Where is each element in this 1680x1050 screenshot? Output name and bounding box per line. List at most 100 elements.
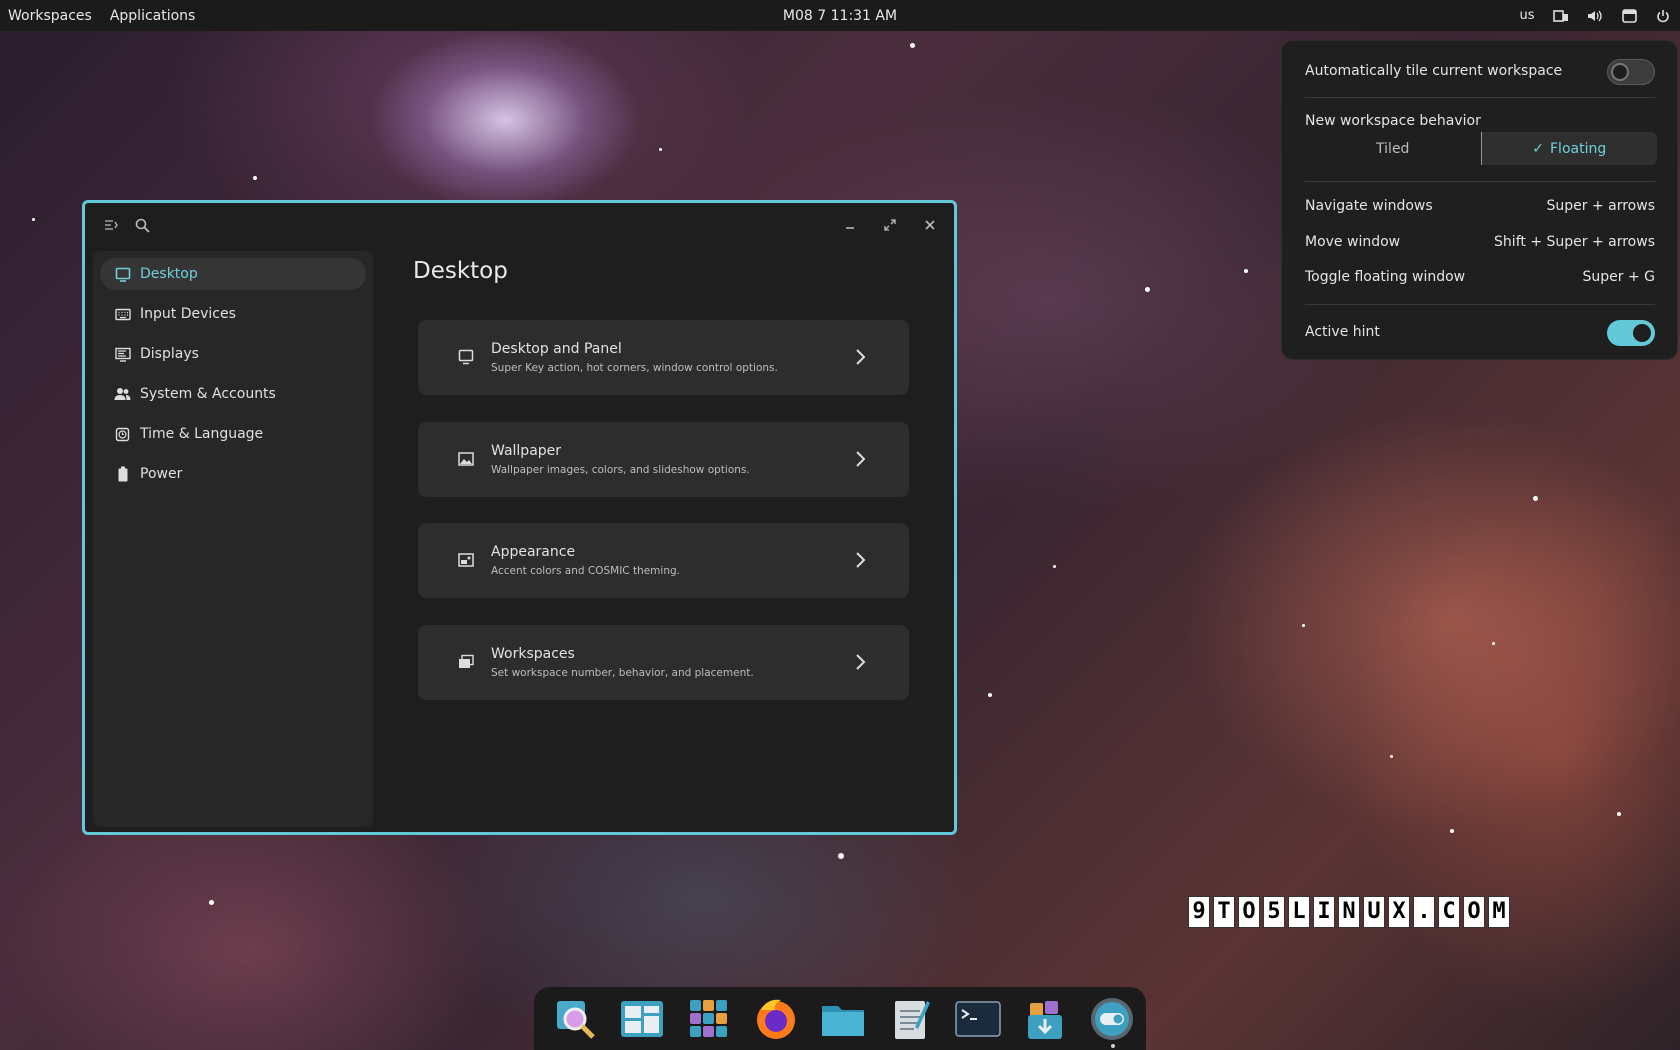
auto-tile-label: Automatically tile current workspace <box>1305 63 1563 79</box>
workspaces-button[interactable]: Workspaces <box>0 8 100 24</box>
shortcut-keys: Super + arrows <box>1546 198 1656 214</box>
sidebar-item-displays[interactable]: Displays <box>100 338 366 370</box>
card-workspaces[interactable]: Workspaces Set workspace number, behavio… <box>418 625 909 700</box>
appearance-icon <box>458 553 474 567</box>
terminal-icon[interactable] <box>944 990 1011 1048</box>
card-description: Wallpaper images, colors, and slideshow … <box>491 464 750 476</box>
firefox-icon[interactable] <box>743 990 810 1048</box>
settings-window: Desktop Input Devices Displays System & … <box>82 200 957 835</box>
shortcut-keys: Super + G <box>1582 269 1656 285</box>
auto-tile-toggle[interactable] <box>1607 59 1655 85</box>
battery-icon <box>114 466 131 483</box>
watermark-char: X <box>1388 896 1410 928</box>
card-title: Appearance <box>491 544 576 560</box>
dock <box>534 987 1146 1050</box>
card-title: Desktop and Panel <box>491 341 622 357</box>
tiling-popup: Automatically tile current workspace New… <box>1281 40 1678 360</box>
card-title: Workspaces <box>491 646 575 662</box>
shortcut-row: Navigate windows Super + arrows <box>1305 198 1655 214</box>
sidebar-item-desktop[interactable]: Desktop <box>100 258 366 290</box>
new-workspace-behavior-label: New workspace behavior <box>1305 113 1481 129</box>
close-icon[interactable] <box>920 215 940 235</box>
chevron-right-icon <box>856 349 866 365</box>
sidebar-item-system-accounts[interactable]: System & Accounts <box>100 378 366 410</box>
maximize-icon[interactable] <box>880 215 900 235</box>
shortcut-row: Move window Shift + Super + arrows <box>1305 234 1655 250</box>
sidebar-item-label: Desktop <box>140 266 198 282</box>
notifications-icon[interactable] <box>1612 0 1646 31</box>
watermark-char: T <box>1213 896 1235 928</box>
watermark-char: . <box>1413 896 1435 928</box>
app-library-icon[interactable] <box>675 990 742 1048</box>
divider <box>1305 304 1655 305</box>
card-title: Wallpaper <box>491 443 562 459</box>
sidebar-item-label: Displays <box>140 346 199 362</box>
chevron-right-icon <box>856 451 866 467</box>
text-editor-icon[interactable] <box>877 990 944 1048</box>
check-icon: ✓ <box>1532 140 1544 157</box>
watermark: 9 T O 5 L I N U X . C O M <box>1188 896 1510 928</box>
window-header <box>85 203 954 249</box>
workspaces-icon <box>459 654 474 668</box>
settings-sidebar: Desktop Input Devices Displays System & … <box>93 251 373 827</box>
settings-app-icon[interactable] <box>1079 990 1146 1048</box>
auto-tile-row: Automatically tile current workspace <box>1305 59 1655 85</box>
shortcut-label: Move window <box>1305 234 1401 250</box>
divider <box>1305 97 1655 98</box>
card-appearance[interactable]: Appearance Accent colors and COSMIC them… <box>418 523 909 598</box>
shortcut-keys: Shift + Super + arrows <box>1494 234 1655 250</box>
chevron-right-icon <box>856 654 866 670</box>
sidebar-item-time-language[interactable]: Time & Language <box>100 418 366 450</box>
clock-icon <box>114 426 131 443</box>
divider <box>1305 181 1655 182</box>
card-wallpaper[interactable]: Wallpaper Wallpaper images, colors, and … <box>418 422 909 497</box>
tiling-icon[interactable] <box>1544 0 1578 31</box>
card-desktop-and-panel[interactable]: Desktop and Panel Super Key action, hot … <box>418 320 909 395</box>
clock[interactable]: M08 7 11:31 AM <box>0 8 1680 24</box>
top-panel: Workspaces Applications M08 7 11:31 AM u… <box>0 0 1680 31</box>
watermark-char: O <box>1238 896 1260 928</box>
applications-button[interactable]: Applications <box>100 8 204 24</box>
volume-icon[interactable] <box>1578 0 1612 31</box>
shortcut-row: Toggle floating window Super + G <box>1305 269 1655 285</box>
watermark-char: 9 <box>1188 896 1210 928</box>
shortcut-label: Toggle floating window <box>1305 269 1466 285</box>
card-description: Accent colors and COSMIC theming. <box>491 565 680 577</box>
keyboard-icon <box>114 306 131 323</box>
active-hint-row: Active hint <box>1305 320 1655 346</box>
tiled-option[interactable]: Tiled <box>1305 132 1481 165</box>
active-hint-label: Active hint <box>1305 324 1380 340</box>
workspace-behavior-segmented: Tiled ✓ Floating <box>1305 132 1657 165</box>
floating-option[interactable]: ✓ Floating <box>1480 132 1657 165</box>
monitor-icon <box>458 349 474 365</box>
users-icon <box>114 386 131 403</box>
sidebar-item-label: Time & Language <box>140 426 264 442</box>
sidebar-item-label: Power <box>140 466 183 482</box>
keyboard-layout[interactable]: us <box>1510 0 1544 31</box>
watermark-char: U <box>1363 896 1385 928</box>
sidebar-toggle-icon[interactable] <box>101 215 121 235</box>
watermark-char: L <box>1288 896 1310 928</box>
watermark-char: C <box>1438 896 1460 928</box>
search-icon[interactable] <box>132 215 152 235</box>
search-app-icon[interactable] <box>541 990 608 1048</box>
watermark-char: O <box>1463 896 1485 928</box>
minimize-icon[interactable] <box>840 215 860 235</box>
page-title: Desktop <box>413 258 508 284</box>
watermark-char: M <box>1488 896 1510 928</box>
watermark-char: 5 <box>1263 896 1285 928</box>
watermark-char: N <box>1338 896 1360 928</box>
sidebar-item-input-devices[interactable]: Input Devices <box>100 298 366 330</box>
power-icon[interactable] <box>1646 0 1680 31</box>
sidebar-item-label: System & Accounts <box>140 386 276 402</box>
watermark-char: I <box>1313 896 1335 928</box>
files-icon[interactable] <box>810 990 877 1048</box>
store-icon[interactable] <box>1012 990 1079 1048</box>
workspaces-app-icon[interactable] <box>608 990 675 1048</box>
sidebar-item-power[interactable]: Power <box>100 458 366 490</box>
chevron-right-icon <box>856 552 866 568</box>
monitor-icon <box>114 266 131 283</box>
active-hint-toggle[interactable] <box>1607 320 1655 346</box>
floating-option-label: Floating <box>1550 140 1607 157</box>
display-icon <box>114 346 131 363</box>
